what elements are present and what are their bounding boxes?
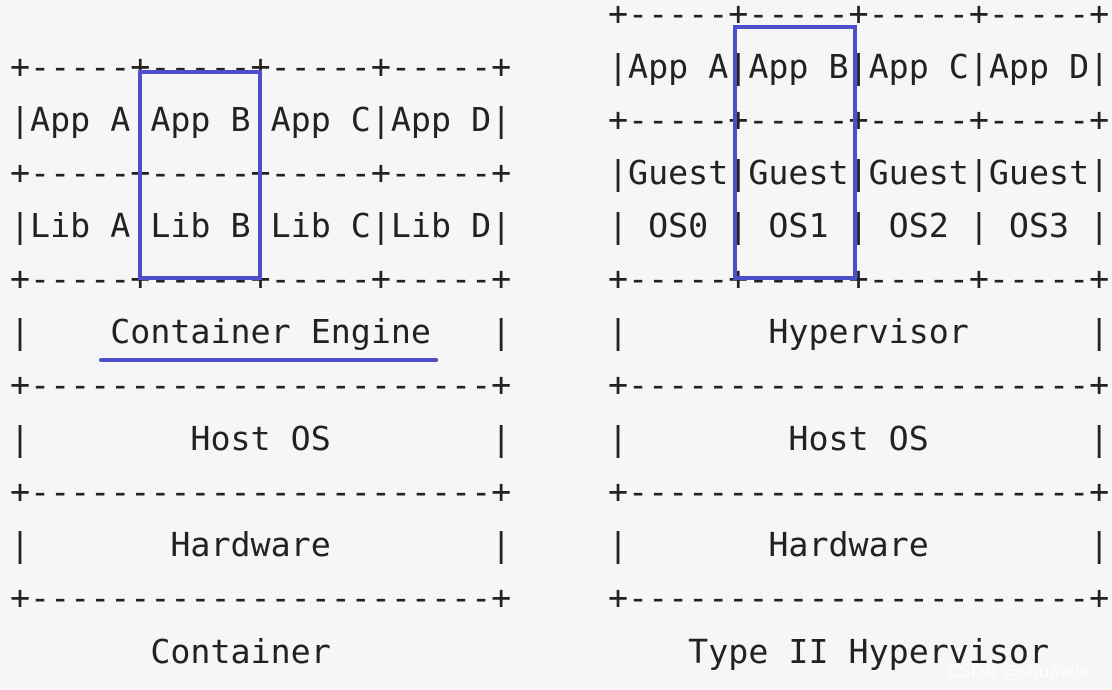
hypervisor-row-border: +-----------------------+ (608, 365, 1110, 404)
app-b-guest-os1-highlight-box (733, 25, 857, 280)
hypervisor-row-guest-os: | OS0 | OS1 | OS2 | OS3 | (608, 206, 1110, 245)
container-row-border: +-----------------------+ (10, 578, 512, 617)
hypervisor-row-apps: |App A|App B|App C|App D| (608, 47, 1110, 86)
hypervisor-row-border: +-----------------------+ (608, 578, 1110, 617)
container-row-engine: | Container Engine | (10, 312, 512, 351)
container-row-border: +-----------------------+ (10, 472, 512, 511)
container-row-hardware: | Hardware | (10, 525, 512, 564)
hypervisor-row-guest: |Guest|Guest|Guest|Guest| (608, 153, 1110, 192)
container-engine-underline (99, 358, 438, 362)
hypervisor-row-hypervisor: | Hypervisor | (608, 312, 1110, 351)
hypervisor-row-border: +-----+-----+-----+-----+ (608, 259, 1110, 298)
app-b-lib-b-highlight-box (138, 70, 262, 280)
hypervisor-row-border: +-----+-----+-----+-----+ (608, 100, 1110, 139)
container-caption: Container (10, 632, 512, 671)
hypervisor-row-border: +-----+-----+-----+-----+ (608, 0, 1110, 33)
watermark: CSDN @shuaixio (948, 662, 1090, 682)
hypervisor-row-hardware: | Hardware | (608, 525, 1110, 564)
container-row-host-os: | Host OS | (10, 419, 512, 458)
hypervisor-row-host-os: | Host OS | (608, 419, 1110, 458)
hypervisor-row-border: +-----------------------+ (608, 472, 1110, 511)
container-row-border: +-----------------------+ (10, 365, 512, 404)
